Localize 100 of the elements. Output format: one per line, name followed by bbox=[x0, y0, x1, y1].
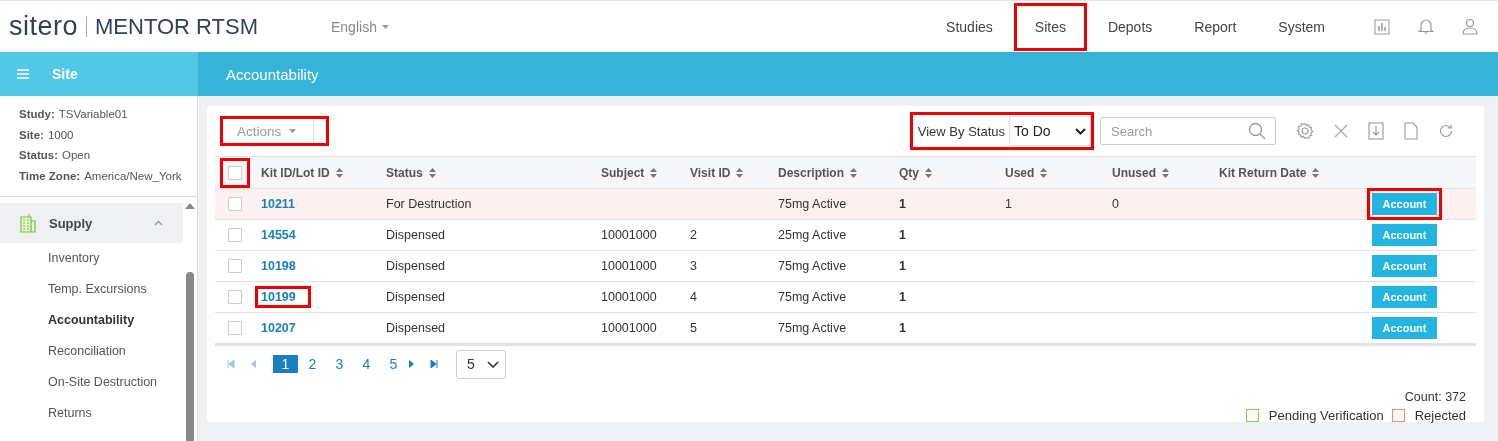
table-cell: 5 bbox=[690, 321, 697, 335]
table-cell: 1 bbox=[1005, 197, 1012, 211]
row-checkbox[interactable] bbox=[228, 321, 242, 335]
row-checkbox[interactable] bbox=[228, 259, 242, 273]
table-cell: 1 bbox=[899, 259, 906, 273]
table-cell: Dispensed bbox=[386, 259, 446, 273]
scroll-up-icon[interactable] bbox=[185, 203, 195, 209]
previous-page-icon[interactable] bbox=[251, 360, 257, 368]
building-icon bbox=[19, 213, 37, 233]
document-icon[interactable] bbox=[1404, 122, 1418, 140]
table-cell: Dispensed bbox=[386, 321, 446, 335]
table-cell: 1 bbox=[899, 197, 906, 211]
caret-icon bbox=[381, 24, 389, 29]
table-cell: 1 bbox=[899, 228, 906, 242]
sort-icon[interactable] bbox=[736, 167, 744, 178]
search-field[interactable]: Search bbox=[1100, 117, 1276, 145]
page-link[interactable]: 5 bbox=[381, 355, 406, 373]
table-cell: 10001000 bbox=[601, 228, 657, 242]
sidebar-item[interactable]: Reconciliation bbox=[0, 336, 197, 367]
legend-label: Rejected bbox=[1414, 408, 1466, 423]
page-link[interactable]: 4 bbox=[354, 355, 379, 373]
sidebar-item[interactable]: Temp. Excursions bbox=[0, 274, 197, 305]
product-name: MENTOR RTSM bbox=[95, 13, 258, 40]
nav-link[interactable]: System bbox=[1257, 2, 1346, 51]
nav-link[interactable]: Report bbox=[1173, 2, 1258, 51]
sort-icon[interactable] bbox=[1312, 167, 1320, 178]
sidebar-item[interactable]: On-Site Destruction bbox=[0, 367, 197, 398]
table-cell: Dispensed bbox=[386, 290, 446, 304]
table-cell: 1 bbox=[899, 290, 906, 304]
column-header[interactable]: Status bbox=[386, 165, 423, 180]
kit-id-link[interactable]: 10199 bbox=[255, 286, 311, 308]
page-link[interactable]: 1 bbox=[273, 355, 298, 373]
page-size-select[interactable]: 5 bbox=[456, 349, 506, 379]
info-label: Site: bbox=[19, 128, 44, 141]
table-cell: Dispensed bbox=[386, 228, 446, 242]
sidebar-item[interactable]: Accountability bbox=[0, 305, 197, 336]
language-dropdown[interactable]: English bbox=[331, 18, 389, 35]
table-cell: 3 bbox=[690, 259, 697, 273]
sort-icon[interactable] bbox=[428, 167, 436, 178]
column-header[interactable]: Kit ID/Lot ID bbox=[261, 165, 330, 180]
refresh-icon[interactable] bbox=[1438, 123, 1454, 139]
info-value: America/New_York bbox=[84, 169, 182, 182]
nav-link[interactable]: Studies bbox=[925, 2, 1014, 51]
menu-icon[interactable] bbox=[17, 69, 29, 79]
download-icon[interactable] bbox=[1368, 122, 1384, 140]
sort-icon[interactable] bbox=[1162, 167, 1169, 178]
kit-id-link[interactable]: 10211 bbox=[255, 193, 311, 215]
status-select[interactable]: To Do bbox=[1009, 116, 1091, 146]
user-icon[interactable] bbox=[1462, 18, 1478, 35]
table-cell: For Destruction bbox=[386, 197, 472, 211]
page-link[interactable]: 3 bbox=[327, 355, 352, 373]
column-header[interactable]: Description bbox=[778, 165, 844, 180]
table-cell: 75mg Active bbox=[778, 197, 847, 211]
last-page-icon[interactable] bbox=[430, 360, 438, 368]
table-cell: 25mg Active bbox=[778, 228, 847, 242]
sort-icon[interactable] bbox=[335, 167, 343, 178]
next-page-icon[interactable] bbox=[408, 360, 414, 368]
sort-icon[interactable] bbox=[850, 167, 857, 178]
sort-icon[interactable] bbox=[1040, 167, 1048, 178]
column-header[interactable]: Kit Return Date bbox=[1219, 165, 1307, 180]
info-value: TSVariable01 bbox=[58, 108, 128, 120]
bar-chart-icon[interactable] bbox=[1374, 18, 1390, 35]
kit-id-link[interactable]: 10207 bbox=[255, 317, 311, 339]
settings-icon[interactable] bbox=[1296, 122, 1314, 140]
close-icon[interactable] bbox=[1334, 124, 1348, 138]
select-all-checkbox[interactable] bbox=[228, 165, 242, 180]
page-link[interactable]: 2 bbox=[300, 355, 325, 373]
column-header[interactable]: Visit ID bbox=[690, 165, 731, 180]
first-page-icon[interactable] bbox=[227, 360, 235, 368]
nav-link[interactable]: Depots bbox=[1086, 2, 1174, 51]
bell-icon[interactable] bbox=[1418, 18, 1434, 35]
kit-id-link[interactable]: 10198 bbox=[255, 255, 311, 277]
sort-icon[interactable] bbox=[925, 167, 932, 178]
table-cell: 75mg Active bbox=[778, 321, 847, 335]
column-header[interactable]: Subject bbox=[601, 165, 645, 180]
sidebar-item[interactable]: Inventory bbox=[0, 243, 197, 274]
table-cell: 0 bbox=[1112, 197, 1119, 211]
brand-logo: sitero bbox=[9, 11, 79, 42]
sidebar-section[interactable]: Supply bbox=[0, 203, 183, 243]
sort-icon[interactable] bbox=[650, 167, 658, 178]
column-header[interactable]: Used bbox=[1005, 165, 1035, 180]
chevron-icon[interactable] bbox=[154, 220, 163, 226]
info-label: Study: bbox=[19, 108, 55, 120]
page-title: Accountability bbox=[226, 65, 319, 83]
column-header[interactable]: Qty bbox=[899, 165, 919, 180]
record-count: Count: 372 bbox=[1404, 390, 1466, 404]
info-label: Time Zone: bbox=[19, 169, 81, 182]
search-icon bbox=[1248, 122, 1266, 140]
row-checkbox[interactable] bbox=[228, 228, 242, 242]
nav-link[interactable]: Sites bbox=[1013, 2, 1087, 51]
column-header[interactable]: Unused bbox=[1112, 165, 1156, 180]
table-cell: 2 bbox=[690, 228, 697, 242]
filter-label: View By Status bbox=[917, 123, 1005, 139]
row-checkbox[interactable] bbox=[228, 197, 242, 211]
row-checkbox[interactable] bbox=[228, 290, 242, 304]
sidebar-item[interactable]: Returns bbox=[0, 398, 197, 429]
kit-id-link[interactable]: 14554 bbox=[255, 224, 311, 246]
scrollbar[interactable] bbox=[185, 203, 195, 441]
sidebar-title: Site bbox=[52, 66, 78, 82]
table-cell: 10001000 bbox=[601, 290, 657, 304]
